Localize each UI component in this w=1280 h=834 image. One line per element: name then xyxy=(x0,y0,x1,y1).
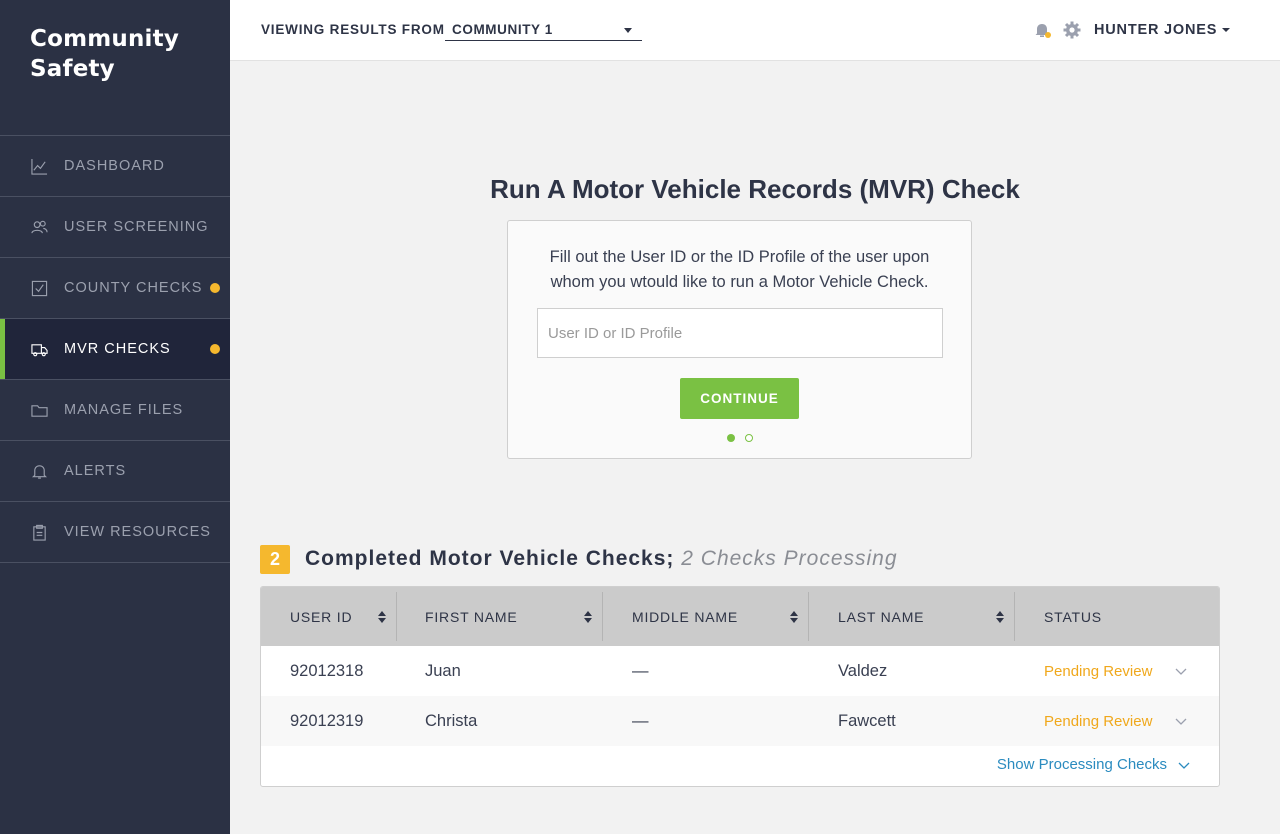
sidebar-item-label: DASHBOARD xyxy=(64,158,165,174)
column-label: STATUS xyxy=(1044,608,1102,625)
user-id-input[interactable] xyxy=(537,308,943,358)
column-label: USER ID xyxy=(290,608,353,625)
sidebar-item-manage-files[interactable]: MANAGE FILES xyxy=(0,380,230,441)
community-select[interactable]: COMMUNITY 1 xyxy=(445,18,642,41)
sidebar-item-label: COUNTY CHECKS xyxy=(64,280,203,296)
sort-icon xyxy=(584,611,592,623)
completed-count-badge: 2 xyxy=(260,545,290,574)
sidebar: Community Safety DASHBOARD USER SCREENIN… xyxy=(0,0,230,834)
step-indicator-next xyxy=(745,434,753,442)
notification-dot xyxy=(210,344,220,354)
status-badge: Pending Review xyxy=(1044,712,1153,730)
column-divider xyxy=(808,592,809,641)
table-row[interactable]: 92012319 Christa — Fawcett Pending Revie… xyxy=(261,696,1219,746)
chevron-down-icon[interactable] xyxy=(1174,664,1188,678)
sidebar-item-label: VIEW RESOURCES xyxy=(64,524,211,540)
column-divider xyxy=(602,592,603,641)
cell-user-id: 92012318 xyxy=(290,661,364,680)
mvr-title: Run A Motor Vehicle Records (MVR) Check xyxy=(490,174,1020,204)
chevron-down-icon xyxy=(1178,762,1190,769)
clipboard-icon xyxy=(30,523,48,541)
community-select-value: COMMUNITY 1 xyxy=(452,22,553,37)
sidebar-item-user-screening[interactable]: USER SCREENING xyxy=(0,197,230,258)
column-header-status: STATUS xyxy=(1044,587,1194,646)
cell-last-name: Fawcett xyxy=(838,711,896,730)
chevron-down-icon[interactable] xyxy=(1174,714,1188,728)
folder-icon xyxy=(30,401,48,419)
completed-checks-table: USER ID FIRST NAME MIDDLE NAME LAST NAME… xyxy=(260,586,1220,787)
completed-section-title: Completed Motor Vehicle Checks; 2 Checks… xyxy=(305,545,898,573)
continue-button[interactable]: CONTINUE xyxy=(680,378,799,419)
notification-dot xyxy=(210,283,220,293)
caret-down-icon xyxy=(624,28,632,33)
cell-first-name: Christa xyxy=(425,711,478,730)
column-label: FIRST NAME xyxy=(425,608,518,625)
users-icon xyxy=(30,218,48,236)
table-header: USER ID FIRST NAME MIDDLE NAME LAST NAME… xyxy=(261,587,1219,646)
status-badge: Pending Review xyxy=(1044,662,1153,680)
top-header: VIEWING RESULTS FROM COMMUNITY 1 HUNTER … xyxy=(230,0,1280,61)
show-processing-checks-link[interactable]: Show Processing Checks xyxy=(997,756,1191,773)
processing-subtitle: 2 Checks Processing xyxy=(681,547,898,570)
cell-last-name: Valdez xyxy=(838,661,888,680)
sidebar-item-dashboard[interactable]: DASHBOARD xyxy=(0,136,230,197)
column-header-middle-name[interactable]: MIDDLE NAME xyxy=(632,587,808,646)
mvr-description: Fill out the User ID or the ID Profile o… xyxy=(549,248,930,291)
sidebar-item-mvr-checks[interactable]: MVR CHECKS xyxy=(0,319,230,380)
bell-icon xyxy=(30,462,48,480)
checkbox-icon xyxy=(30,279,48,297)
column-divider xyxy=(396,592,397,641)
caret-down-icon xyxy=(1222,28,1231,32)
step-indicator-current xyxy=(727,434,735,442)
sidebar-item-alerts[interactable]: ALERTS xyxy=(0,441,230,502)
column-label: LAST NAME xyxy=(838,608,925,625)
column-header-first-name[interactable]: FIRST NAME xyxy=(425,587,602,646)
notification-dot xyxy=(1045,32,1051,38)
settings-gear-icon[interactable] xyxy=(1063,21,1081,39)
completed-title: Completed Motor Vehicle Checks; xyxy=(305,547,675,570)
cell-middle-name: — xyxy=(632,711,649,730)
sidebar-item-view-resources[interactable]: VIEW RESOURCES xyxy=(0,502,230,563)
truck-icon xyxy=(30,340,48,358)
sidebar-item-label: MANAGE FILES xyxy=(64,402,184,418)
viewing-results-label: VIEWING RESULTS FROM xyxy=(261,22,445,37)
show-processing-label: Show Processing Checks xyxy=(996,756,1167,773)
chart-icon xyxy=(30,157,48,175)
mvr-form-card: Fill out the User ID or the ID Profile o… xyxy=(507,220,972,459)
notifications-bell-icon[interactable] xyxy=(1033,21,1051,39)
sidebar-item-label: ALERTS xyxy=(64,463,127,479)
brand-title: Community Safety xyxy=(30,26,180,82)
user-menu[interactable]: HUNTER JONES xyxy=(1094,21,1231,39)
column-header-user-id[interactable]: USER ID xyxy=(290,587,396,646)
column-header-last-name[interactable]: LAST NAME xyxy=(838,587,1014,646)
table-row[interactable]: 92012318 Juan — Valdez Pending Review xyxy=(261,646,1219,696)
cell-middle-name: — xyxy=(632,661,649,680)
cell-user-id: 92012319 xyxy=(290,711,364,730)
column-label: MIDDLE NAME xyxy=(632,608,739,625)
sort-icon xyxy=(378,611,386,623)
sidebar-item-label: MVR CHECKS xyxy=(64,341,171,357)
cell-first-name: Juan xyxy=(425,661,461,680)
sort-icon xyxy=(790,611,798,623)
column-divider xyxy=(1014,592,1015,641)
sidebar-item-county-checks[interactable]: COUNTY CHECKS xyxy=(0,258,230,319)
sort-icon xyxy=(996,611,1004,623)
show-processing-row: Show Processing Checks xyxy=(261,746,1219,786)
user-name: HUNTER JONES xyxy=(1094,22,1218,38)
sidebar-item-label: USER SCREENING xyxy=(64,219,209,235)
sidebar-nav: DASHBOARD USER SCREENING COUNTY CHECKS M… xyxy=(0,135,230,563)
